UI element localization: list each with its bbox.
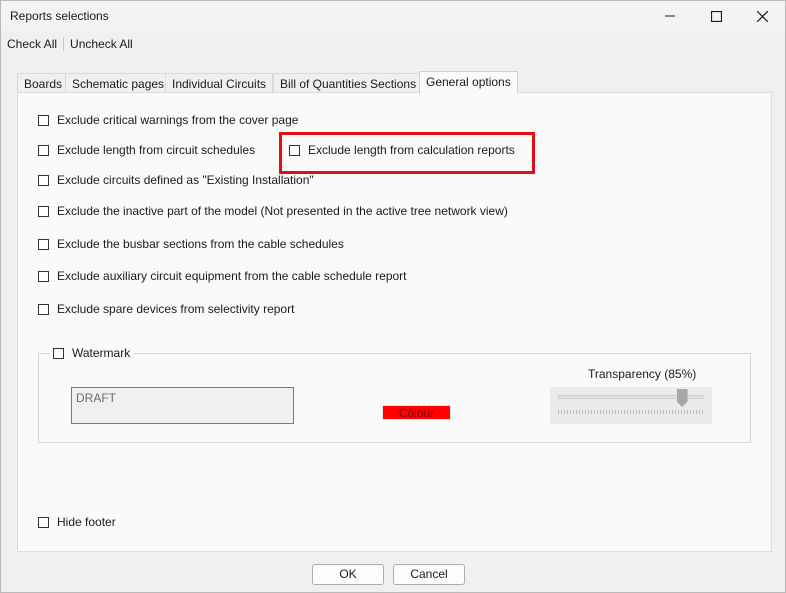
- option-label: Exclude circuits defined as "Existing In…: [57, 173, 314, 187]
- uncheck-all-button[interactable]: Uncheck All: [64, 37, 139, 51]
- checkbox[interactable]: [38, 144, 49, 156]
- option-exclude-critical-warnings[interactable]: Exclude critical warnings from the cover…: [38, 112, 298, 128]
- transparency-label: Transparency (85%): [588, 367, 697, 381]
- option-exclude-length-circuit-schedules[interactable]: Exclude length from circuit schedules: [38, 142, 255, 158]
- watermark-text-input[interactable]: DRAFT: [71, 387, 294, 424]
- option-exclude-spare-devices[interactable]: Exclude spare devices from selectivity r…: [38, 301, 294, 317]
- cancel-button[interactable]: Cancel: [393, 564, 465, 585]
- ok-button[interactable]: OK: [312, 564, 384, 585]
- option-exclude-auxiliary-equipment[interactable]: Exclude auxiliary circuit equipment from…: [38, 268, 407, 284]
- option-label: Exclude length from circuit schedules: [57, 143, 256, 157]
- reports-selections-dialog: Reports selections Check All Uncheck All…: [0, 0, 786, 593]
- slider-thumb[interactable]: [676, 389, 688, 407]
- check-all-button[interactable]: Check All: [1, 37, 63, 51]
- tab-schematic-pages[interactable]: Schematic pages: [65, 73, 172, 94]
- close-icon: [756, 10, 768, 22]
- checkbox[interactable]: [38, 270, 49, 282]
- option-exclude-inactive-part[interactable]: Exclude the inactive part of the model (…: [38, 203, 508, 219]
- watermark-toggle[interactable]: Watermark: [49, 345, 135, 361]
- option-label: Exclude spare devices from selectivity r…: [57, 302, 295, 316]
- checkbox[interactable]: [53, 347, 64, 359]
- minimize-icon: [665, 15, 675, 17]
- highlight-box: [279, 132, 535, 174]
- option-exclude-existing-installation[interactable]: Exclude circuits defined as "Existing In…: [38, 172, 314, 188]
- option-label: Hide footer: [57, 515, 116, 529]
- maximize-button[interactable]: [693, 1, 739, 31]
- checkbox[interactable]: [38, 303, 49, 315]
- checkbox[interactable]: [38, 174, 49, 186]
- title-bar: Reports selections: [1, 1, 785, 31]
- watermark-label: Watermark: [72, 346, 131, 360]
- window-title: Reports selections: [10, 9, 109, 23]
- tab-general-options[interactable]: General options: [419, 71, 518, 94]
- selection-toolbar: Check All Uncheck All: [1, 34, 139, 54]
- option-label: Exclude auxiliary circuit equipment from…: [57, 269, 407, 283]
- minimize-button[interactable]: [647, 1, 693, 31]
- option-exclude-busbar-sections[interactable]: Exclude the busbar sections from the cab…: [38, 236, 344, 252]
- slider-ticks: [558, 410, 704, 414]
- checkbox[interactable]: [38, 238, 49, 250]
- checkbox[interactable]: [38, 114, 49, 126]
- tab-boards[interactable]: Boards: [17, 73, 70, 94]
- checkbox[interactable]: [38, 516, 49, 528]
- maximize-icon: [710, 10, 722, 22]
- tab-bill-of-quantities[interactable]: Bill of Quantities Sections: [273, 73, 424, 94]
- checkbox[interactable]: [38, 205, 49, 217]
- option-label: Exclude critical warnings from the cover…: [57, 113, 299, 127]
- option-label: Exclude the busbar sections from the cab…: [57, 237, 344, 251]
- tab-individual-circuits[interactable]: Individual Circuits: [165, 73, 274, 94]
- close-button[interactable]: [739, 1, 785, 31]
- colour-button[interactable]: Colour: [382, 405, 451, 420]
- option-hide-footer[interactable]: Hide footer: [38, 514, 116, 530]
- transparency-slider[interactable]: [550, 387, 712, 424]
- option-label: Exclude the inactive part of the model (…: [57, 204, 508, 218]
